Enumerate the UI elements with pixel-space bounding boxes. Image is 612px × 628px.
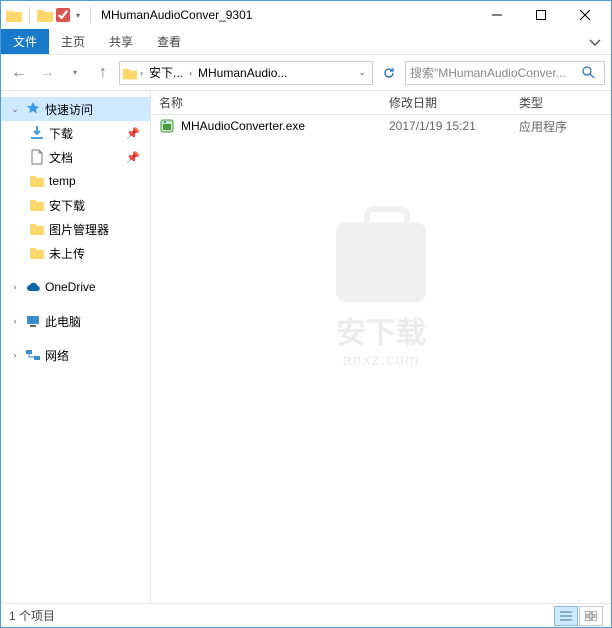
refresh-button[interactable] [377, 62, 401, 84]
chevron-right-icon[interactable]: › [189, 68, 192, 78]
expand-icon[interactable]: › [9, 282, 21, 292]
column-type[interactable]: 类型 [511, 94, 611, 111]
folder-icon [122, 66, 138, 80]
file-list: 名称 修改日期 类型 MHAudioConverter.exe 2017/1/1… [151, 91, 611, 603]
statusbar: 1 个项目 [1, 603, 611, 627]
download-icon [29, 125, 45, 141]
folder-icon [29, 197, 45, 213]
sidebar-item-label: 未上传 [49, 245, 85, 262]
folder-icon [29, 221, 45, 237]
folder-icon [29, 245, 45, 261]
expand-icon[interactable]: › [9, 350, 21, 360]
tab-share[interactable]: 共享 [97, 29, 145, 54]
sidebar-item-label: 网络 [45, 347, 69, 364]
folder-icon [5, 7, 23, 23]
sidebar-item-noupload[interactable]: 未上传 [1, 241, 150, 265]
pin-icon: 📌 [126, 127, 140, 140]
sidebar-item-label: 安下载 [49, 197, 85, 214]
search-icon [576, 62, 600, 84]
sidebar-item-thispc[interactable]: › 此电脑 [1, 309, 150, 333]
sidebar-item-downloads[interactable]: 下载 📌 [1, 121, 150, 145]
sidebar-item-label: 下载 [49, 125, 73, 142]
column-date[interactable]: 修改日期 [381, 94, 511, 111]
tab-view[interactable]: 查看 [145, 29, 193, 54]
file-row[interactable]: MHAudioConverter.exe 2017/1/19 15:21 应用程… [151, 115, 611, 137]
tab-home[interactable]: 主页 [49, 29, 97, 54]
recent-dropdown-icon[interactable]: ▾ [63, 61, 87, 85]
sidebar-item-label: 此电脑 [45, 313, 81, 330]
exe-icon [159, 118, 175, 134]
sidebar-item-label: 图片管理器 [49, 221, 109, 238]
breadcrumb-item[interactable]: 安下... [145, 62, 187, 83]
breadcrumb-item[interactable]: MHumanAudio... [194, 64, 291, 82]
titlebar: ▾ MHumanAudioConver_9301 [1, 1, 611, 29]
network-icon [25, 347, 41, 363]
ribbon-expand-icon[interactable] [579, 32, 611, 52]
sidebar-item-picmgr[interactable]: 图片管理器 [1, 217, 150, 241]
qat-dropdown-icon[interactable]: ▾ [76, 11, 80, 20]
folder-props-icon[interactable] [36, 7, 54, 23]
column-name[interactable]: 名称 [151, 94, 381, 111]
sidebar-item-label: 快速访问 [45, 101, 93, 118]
star-icon [25, 101, 41, 117]
back-button[interactable]: ← [7, 61, 31, 85]
navbar: ← → ▾ ↑ › 安下... › MHumanAudio... ⌄ 搜索"MH… [1, 55, 611, 91]
cloud-icon [25, 279, 41, 295]
computer-icon [25, 313, 41, 329]
item-count: 1 个项目 [9, 607, 55, 624]
sidebar-item-label: OneDrive [45, 280, 96, 294]
qat-checkbox[interactable] [56, 8, 70, 22]
minimize-button[interactable] [475, 1, 519, 29]
sidebar-item-temp[interactable]: temp [1, 169, 150, 193]
watermark: 安下载 anxz.com [336, 222, 426, 370]
sidebar-item-anxz[interactable]: 安下载 [1, 193, 150, 217]
sidebar-item-onedrive[interactable]: › OneDrive [1, 275, 150, 299]
file-type: 应用程序 [511, 118, 611, 135]
navigation-pane: ⌄ 快速访问 下载 📌 文档 📌 temp 安下载 [1, 91, 151, 603]
forward-button[interactable]: → [35, 61, 59, 85]
ribbon: 文件 主页 共享 查看 [1, 29, 611, 55]
sidebar-item-label: temp [49, 174, 76, 188]
chevron-right-icon[interactable]: › [140, 68, 143, 78]
sidebar-item-quick-access[interactable]: ⌄ 快速访问 [1, 97, 150, 121]
tab-file[interactable]: 文件 [1, 29, 49, 54]
view-icons-button[interactable] [579, 606, 603, 626]
expand-icon[interactable]: › [9, 316, 21, 326]
document-icon [29, 149, 45, 165]
sidebar-item-documents[interactable]: 文档 📌 [1, 145, 150, 169]
search-placeholder: 搜索"MHumanAudioConver... [410, 64, 576, 81]
address-dropdown-icon[interactable]: ⌄ [354, 65, 370, 80]
search-input[interactable]: 搜索"MHumanAudioConver... [405, 61, 605, 85]
sidebar-item-network[interactable]: › 网络 [1, 343, 150, 367]
up-button[interactable]: ↑ [91, 61, 115, 85]
sidebar-item-label: 文档 [49, 149, 73, 166]
expand-icon[interactable]: ⌄ [9, 104, 21, 115]
view-details-button[interactable] [554, 606, 578, 626]
address-bar[interactable]: › 安下... › MHumanAudio... ⌄ [119, 61, 373, 85]
folder-icon [29, 173, 45, 189]
pin-icon: 📌 [126, 151, 140, 164]
window-title: MHumanAudioConver_9301 [101, 8, 252, 22]
maximize-button[interactable] [519, 1, 563, 29]
file-date: 2017/1/19 15:21 [381, 119, 511, 133]
column-headers: 名称 修改日期 类型 [151, 91, 611, 115]
close-button[interactable] [563, 1, 607, 29]
file-name: MHAudioConverter.exe [181, 119, 305, 133]
